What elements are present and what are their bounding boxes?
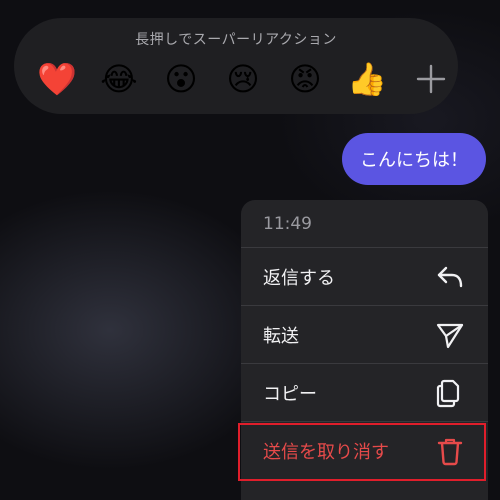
copy-label: コピー [263, 383, 317, 405]
reaction-thumbs-up-button[interactable]: 👍 [346, 58, 388, 100]
unsend-label: 送信を取り消す [263, 442, 389, 463]
plus-icon[interactable] [414, 62, 448, 96]
reaction-tears-of-joy-button[interactable]: 😂 [98, 58, 140, 100]
trash-icon [437, 438, 463, 466]
reaction-angry-button[interactable]: 😡 [284, 58, 326, 100]
reply-label: 返信する [263, 267, 335, 289]
reply-menu-item[interactable]: 返信する [241, 248, 488, 306]
copy-icon [436, 379, 460, 407]
forward-label: 転送 [263, 325, 299, 347]
reaction-surprised-button[interactable]: 😮 [160, 58, 202, 100]
forward-menu-item[interactable]: 転送 [241, 306, 488, 364]
reply-icon [437, 266, 463, 287]
reaction-emoji-row: ❤️ 😂 😮 😢 😡 👍 [36, 56, 448, 102]
message-text: こんにちは！ [360, 150, 468, 171]
unsend-menu-item[interactable]: 送信を取り消す [241, 422, 488, 480]
message-context-menu: 11:49 返信する 転送 コピー 送信を取り消す [241, 200, 488, 500]
message-time: 11:49 [241, 200, 488, 248]
message-bubble[interactable]: こんにちは！ [342, 133, 486, 185]
copy-menu-item[interactable]: コピー [241, 364, 488, 422]
reaction-crying-button[interactable]: 😢 [222, 58, 264, 100]
reaction-heart-button[interactable]: ❤️ [36, 58, 78, 100]
send-icon [436, 323, 464, 348]
super-reaction-hint: 長押しでスーパーリアクション [135, 32, 337, 48]
reaction-bar: 長押しでスーパーリアクション ❤️ 😂 😮 😢 😡 👍 [14, 18, 458, 114]
